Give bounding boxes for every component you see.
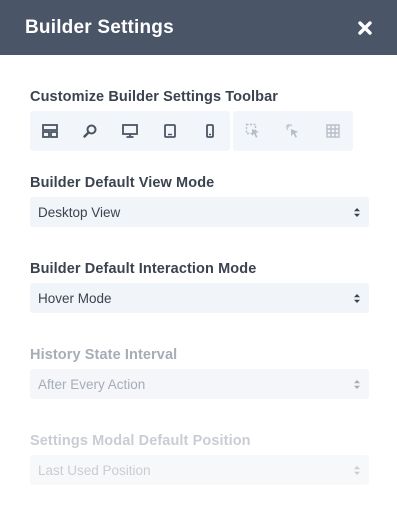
interaction-mode-select[interactable]: Hover Mode bbox=[30, 283, 369, 313]
close-icon[interactable] bbox=[357, 20, 373, 36]
interaction-mode-label: Builder Default Interaction Mode bbox=[30, 261, 257, 277]
hover-mode-icon[interactable] bbox=[273, 111, 313, 151]
modal-position-value: Last Used Position bbox=[38, 462, 151, 478]
toolbar-label: Customize Builder Settings Toolbar bbox=[30, 89, 279, 105]
view-mode-value: Desktop View bbox=[38, 204, 121, 220]
select-arrows-icon bbox=[353, 293, 361, 304]
view-mode-label: Builder Default View Mode bbox=[30, 175, 215, 191]
select-arrows-icon bbox=[353, 207, 361, 218]
tablet-icon[interactable] bbox=[150, 111, 190, 151]
click-mode-icon[interactable] bbox=[233, 111, 273, 151]
toolbar-primary-group bbox=[30, 111, 230, 151]
history-interval-value: After Every Action bbox=[38, 376, 146, 392]
select-arrows-icon bbox=[353, 465, 361, 476]
zoom-icon[interactable] bbox=[70, 111, 110, 151]
layout-icon[interactable] bbox=[30, 111, 70, 151]
history-interval-select[interactable]: After Every Action bbox=[30, 369, 369, 399]
grid-icon[interactable] bbox=[313, 111, 353, 151]
modal-title: Builder Settings bbox=[25, 16, 174, 38]
modal-header: Builder Settings bbox=[0, 0, 397, 55]
interaction-mode-value: Hover Mode bbox=[38, 290, 112, 306]
phone-icon[interactable] bbox=[190, 111, 230, 151]
view-mode-select[interactable]: Desktop View bbox=[30, 197, 369, 227]
modal-position-select[interactable]: Last Used Position bbox=[30, 455, 369, 485]
select-arrows-icon bbox=[353, 379, 361, 390]
desktop-icon[interactable] bbox=[110, 111, 150, 151]
toolbar-customizer bbox=[30, 111, 353, 151]
modal-position-label: Settings Modal Default Position bbox=[30, 433, 251, 449]
history-interval-label: History State Interval bbox=[30, 347, 178, 363]
toolbar-secondary-group bbox=[233, 111, 353, 151]
